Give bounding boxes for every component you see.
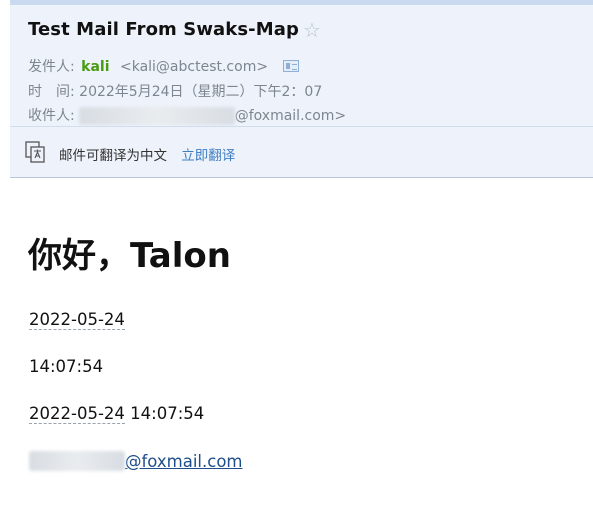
translate-icon	[25, 141, 45, 163]
time-value: 2022年5月24日（星期二）下午2：07	[79, 84, 323, 100]
star-icon[interactable]: ☆	[303, 20, 321, 40]
time-row: 时 间: 2022年5月24日（星期二）下午2：07	[28, 81, 322, 101]
contact-card-icon[interactable]	[282, 60, 299, 72]
body-date-line: 2022-05-24	[29, 310, 125, 330]
time-label: 时 间:	[28, 84, 75, 100]
email-subject: Test Mail From Swaks-Map	[28, 19, 299, 40]
sender-row: 发件人: kali <kali@abctest.com>	[28, 56, 299, 76]
translate-notice: 邮件可翻译为中文	[59, 148, 167, 164]
recipient-row: 收件人: @foxmail.com>	[28, 105, 346, 125]
body-datetime-time: 14:07:54	[130, 404, 205, 423]
greeting-heading: 你好，Talon	[28, 236, 231, 276]
translate-bar: 邮件可翻译为中文 立即翻译	[10, 126, 593, 178]
subject-row: Test Mail From Swaks-Map ☆	[28, 19, 321, 40]
redacted-email-user	[29, 451, 125, 471]
body-email-link[interactable]: @foxmail.com	[125, 452, 243, 471]
translate-now-link[interactable]: 立即翻译	[181, 148, 235, 164]
translate-notice-row: 邮件可翻译为中文 立即翻译	[59, 144, 235, 164]
body-time-line: 14:07:54	[29, 357, 103, 376]
email-header: Test Mail From Swaks-Map ☆ 发件人: kali <ka…	[10, 0, 593, 126]
sender-name[interactable]: kali	[81, 59, 109, 75]
body-date[interactable]: 2022-05-24	[29, 310, 125, 330]
from-label: 发件人:	[28, 59, 75, 75]
body-datetime-line: 2022-05-24 14:07:54	[29, 404, 205, 424]
body-email-line: @foxmail.com	[29, 451, 243, 471]
to-label: 收件人:	[28, 108, 75, 124]
sender-email[interactable]: <kali@abctest.com>	[120, 59, 268, 75]
redacted-recipient	[78, 107, 235, 125]
recipient-domain[interactable]: @foxmail.com>	[235, 108, 346, 124]
body-datetime-date[interactable]: 2022-05-24	[29, 404, 125, 424]
body-time: 14:07:54	[29, 357, 104, 376]
